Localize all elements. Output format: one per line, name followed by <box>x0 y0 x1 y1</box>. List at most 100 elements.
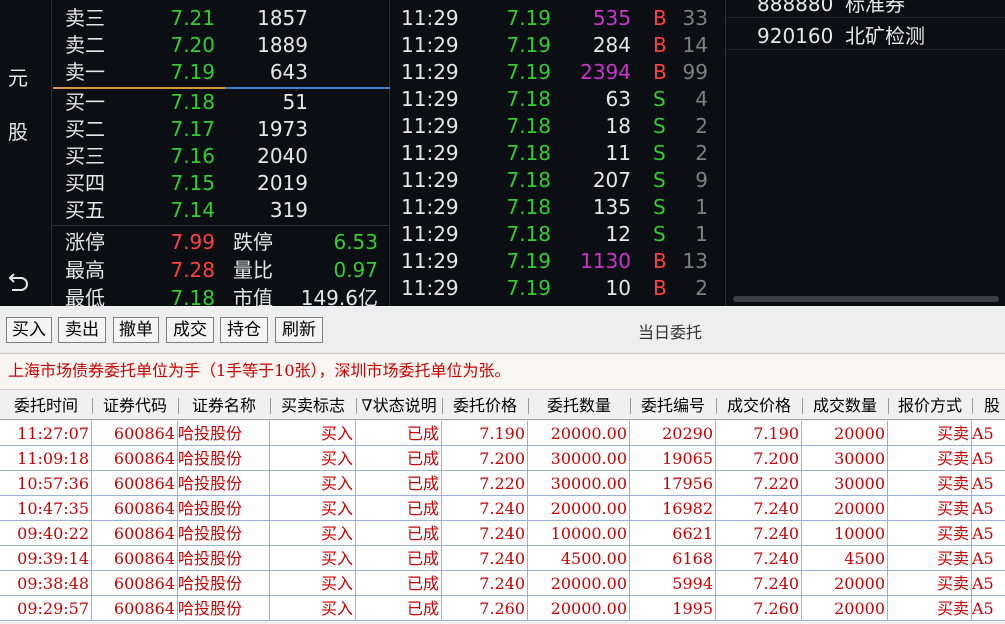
col-status-header[interactable]: ∇状态说明 <box>356 392 442 420</box>
tick-price: 7.19 <box>506 60 551 84</box>
col-shareholder-cell: A5 <box>972 596 1005 621</box>
tick-time: 11:29 <box>401 60 459 84</box>
header-separator[interactable] <box>528 398 529 414</box>
col-order-qty-header[interactable]: 委托数量 <box>528 392 630 420</box>
bid-label: 买三 <box>65 144 105 168</box>
col-quote-mode-cell: 买卖 <box>888 571 972 596</box>
col-status-cell: 已成 <box>356 546 442 571</box>
col-quote-mode-cell: 买卖 <box>888 421 972 446</box>
col-order-qty-cell: 20000.00 <box>528 421 630 446</box>
col-order-id-header[interactable]: 委托编号 <box>630 392 716 420</box>
col-status-cell: 已成 <box>356 446 442 471</box>
tick-side: S <box>653 87 666 111</box>
table-header: 委托时间 证券代码 证券名称 买卖标志 ∇状态说明 委托价格 委托数量 委托编号 成交价格 成交数… <box>0 392 1005 420</box>
stock-list-item[interactable]: 920160 北矿检测 <box>727 23 1005 50</box>
tick-time: 11:29 <box>401 33 459 57</box>
refresh-button[interactable]: 刷新 <box>275 317 323 343</box>
table-row[interactable]: 09:29:57 600864 哈投股份 买入 已成 7.260 20000.00 1995 7… <box>0 596 1005 621</box>
col-order-id-cell: 5994 <box>630 571 716 596</box>
col-status-cell: 已成 <box>356 471 442 496</box>
tick-count: 4 <box>695 87 708 111</box>
col-order-time-cell: 09:39:14 <box>0 546 92 571</box>
table-row[interactable]: 10:57:36 600864 哈投股份 买入 已成 7.220 30000.00 17956… <box>0 471 1005 496</box>
header-separator[interactable] <box>178 398 179 414</box>
col-order-time-cell: 09:40:22 <box>0 521 92 546</box>
col-security-name-cell: 哈投股份 <box>178 521 270 546</box>
col-security-name-cell: 哈投股份 <box>178 471 270 496</box>
stats-row: 最高 7.28 量比 0.97 <box>53 257 390 284</box>
tick-time: 11:29 <box>401 195 459 219</box>
stock-name: 北矿检测 <box>845 24 925 48</box>
horizontal-scrollbar[interactable] <box>733 296 999 302</box>
table-row[interactable]: 11:27:07 600864 哈投股份 买入 已成 7.190 20000.00 20290… <box>0 421 1005 446</box>
col-security-name-cell: 哈投股份 <box>178 446 270 471</box>
tick-count: 13 <box>682 249 708 273</box>
col-deal-price-header[interactable]: 成交价格 <box>716 392 802 420</box>
tick-volume: 11 <box>605 141 631 165</box>
buy-button[interactable]: 买入 <box>6 317 52 343</box>
header-separator[interactable] <box>716 398 717 414</box>
col-security-code-cell: 600864 <box>92 571 178 596</box>
col-order-id-cell: 19065 <box>630 446 716 471</box>
ask-price: 7.20 <box>170 33 215 57</box>
header-separator[interactable] <box>356 398 357 414</box>
ask-label: 卖三 <box>65 6 105 30</box>
header-separator[interactable] <box>802 398 803 414</box>
side-tab-gu[interactable]: 股 <box>8 116 28 145</box>
side-tab-yuan[interactable]: 元 <box>8 62 28 91</box>
header-separator[interactable] <box>888 398 889 414</box>
table-row[interactable]: 11:09:18 600864 哈投股份 买入 已成 7.200 30000.00 19065… <box>0 446 1005 471</box>
deals-button[interactable]: 成交 <box>166 317 214 343</box>
tick-side: S <box>653 222 666 246</box>
sell-button[interactable]: 卖出 <box>58 317 106 343</box>
tick-row: 11:29 7.18 63 S 4 <box>391 86 726 113</box>
col-order-price-header[interactable]: 委托价格 <box>442 392 528 420</box>
col-order-time-header[interactable]: 委托时间 <box>0 392 92 420</box>
tick-row: 11:29 7.18 11 S 2 <box>391 140 726 167</box>
col-security-name-cell: 哈投股份 <box>178 571 270 596</box>
bid-label: 买二 <box>65 117 105 141</box>
tick-count: 99 <box>682 60 708 84</box>
table-row[interactable]: 10:47:35 600864 哈投股份 买入 已成 7.240 20000.00 16982… <box>0 496 1005 521</box>
col-buy-sell-cell: 买入 <box>270 421 356 446</box>
positions-button[interactable]: 持仓 <box>220 317 268 343</box>
header-separator[interactable] <box>92 398 93 414</box>
tick-price: 7.19 <box>506 249 551 273</box>
col-deal-qty-header[interactable]: 成交数量 <box>802 392 888 420</box>
tick-side: S <box>653 141 666 165</box>
stock-list-item[interactable]: 888880 标准券 <box>727 0 1005 18</box>
tick-time: 11:29 <box>401 249 459 273</box>
col-security-code-cell: 600864 <box>92 496 178 521</box>
col-order-time-cell: 10:47:35 <box>0 496 92 521</box>
col-deal-qty-cell: 20000 <box>802 571 888 596</box>
col-order-id-cell: 20290 <box>630 421 716 446</box>
header-separator[interactable] <box>442 398 443 414</box>
tick-volume: 135 <box>592 195 631 219</box>
table-row[interactable]: 09:39:14 600864 哈投股份 买入 已成 7.240 4500.00 6168 7.… <box>0 546 1005 571</box>
col-security-name-cell: 哈投股份 <box>178 546 270 571</box>
table-row[interactable]: 09:40:22 600864 哈投股份 买入 已成 7.240 10000.00 6621 7… <box>0 521 1005 546</box>
bid-row: 买四 7.15 2019 <box>53 170 390 197</box>
table-row[interactable]: 09:38:48 600864 哈投股份 买入 已成 7.240 20000.00 5994 7… <box>0 571 1005 596</box>
col-shareholder-cell: A5 <box>972 421 1005 446</box>
col-buy-sell-header[interactable]: 买卖标志 <box>270 392 356 420</box>
stat-value: 149.6亿 <box>300 286 378 306</box>
col-security-code-cell: 600864 <box>92 421 178 446</box>
stats-row: 最低 7.18 市值 149.6亿 <box>53 285 390 306</box>
header-separator[interactable] <box>972 398 973 414</box>
col-security-name-cell: 哈投股份 <box>178 421 270 446</box>
col-security-name-header[interactable]: 证券名称 <box>178 392 270 420</box>
col-deal-price-cell: 7.260 <box>716 596 802 621</box>
col-quote-mode-header[interactable]: 报价方式 <box>888 392 972 420</box>
header-separator[interactable] <box>630 398 631 414</box>
col-security-name-cell: 哈投股份 <box>178 496 270 521</box>
tick-row: 11:29 7.19 284 B 14 <box>391 32 726 59</box>
stat-value: 7.99 <box>170 230 215 254</box>
col-security-code-cell: 600864 <box>92 446 178 471</box>
stat-value: 0.97 <box>333 258 378 282</box>
cancel-order-button[interactable]: 撤单 <box>113 317 159 343</box>
col-security-code-header[interactable]: 证券代码 <box>92 392 178 420</box>
back-arrow-icon[interactable] <box>6 268 32 294</box>
header-separator[interactable] <box>270 398 271 414</box>
col-shareholder-header[interactable]: 股 <box>972 392 1005 420</box>
